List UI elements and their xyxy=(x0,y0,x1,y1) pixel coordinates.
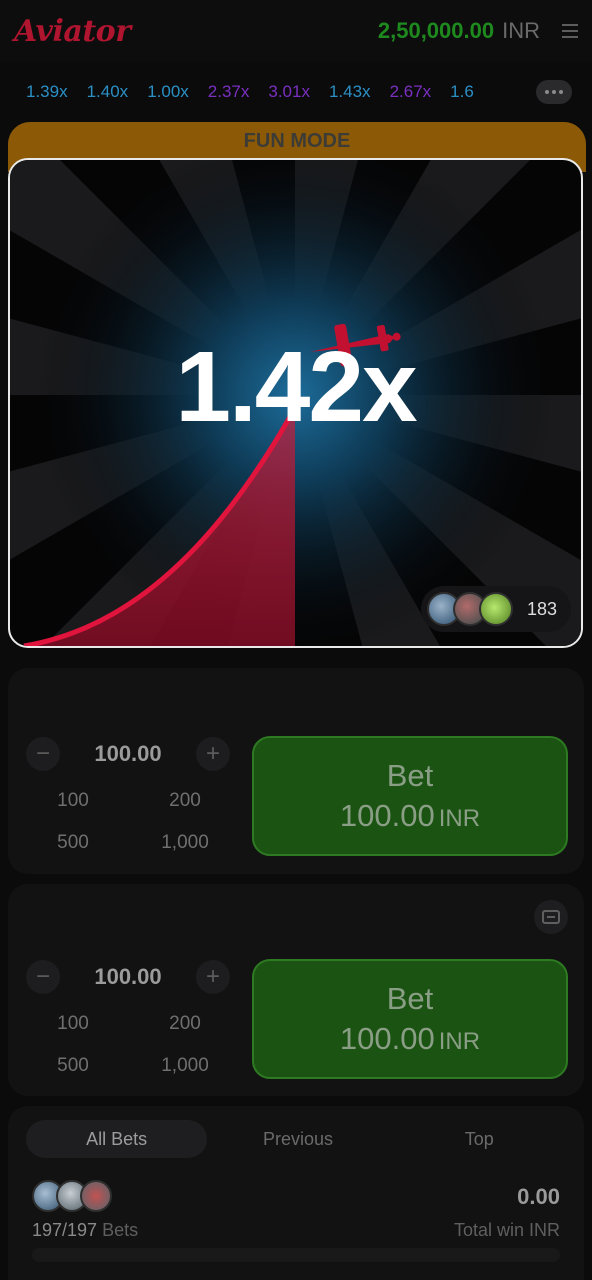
multiplier-history: 1.39x 1.40x 1.00x 2.37x 3.01x 1.43x 2.67… xyxy=(0,72,592,112)
remove-panel-icon[interactable] xyxy=(534,900,568,934)
tab-previous[interactable]: Previous xyxy=(207,1120,388,1158)
aviator-logo: Aviator xyxy=(14,13,131,49)
aviator-app: Aviator 2,50,000.00 INR 1.39x 1.40x 1.00… xyxy=(0,0,592,1280)
more-dots-icon[interactable] xyxy=(536,80,572,104)
increase-stake-button[interactable]: + xyxy=(195,960,230,994)
quick-amount-button[interactable]: 200 xyxy=(130,790,240,812)
current-multiplier: 1.42x xyxy=(175,331,417,443)
balance-currency: INR xyxy=(502,18,540,43)
bet-button-amount: 100.00 INR xyxy=(339,1021,481,1056)
history-multiplier: 2.67x xyxy=(389,82,432,101)
player-avatars xyxy=(426,592,513,626)
bet-panel-2: − 100.00 + 100 200 500 1,000 Bet 100.00 I… xyxy=(8,884,584,1096)
bettor-avatars xyxy=(32,1180,112,1212)
decrease-stake-button[interactable]: − xyxy=(26,960,60,994)
bet-button-label: Bet xyxy=(386,758,434,793)
decrease-stake-button[interactable]: − xyxy=(26,737,60,771)
header: Aviator 2,50,000.00 INR xyxy=(0,0,592,62)
history-multiplier: 1.00x xyxy=(147,82,189,101)
stake-input[interactable]: 100.00 xyxy=(94,964,161,990)
game-canvas: 1.42x 183 xyxy=(8,158,583,648)
hamburger-menu-icon[interactable] xyxy=(562,24,578,38)
quick-amount-button[interactable]: 1,000 xyxy=(130,832,240,854)
avatar xyxy=(80,1180,112,1212)
bet-button-label: Bet xyxy=(386,981,434,1016)
quick-amount-button[interactable]: 100 xyxy=(18,1013,128,1035)
history-multiplier: 3.01x xyxy=(268,82,310,101)
balance: 2,50,000.00 INR xyxy=(378,18,540,44)
bet-panel-1: − 100.00 + 100 200 500 1,000 Bet 100.00 I… xyxy=(8,668,584,874)
bet-button-amount: 100.00 INR xyxy=(339,798,481,833)
bets-panel: All Bets Previous Top 197/197 Bets 0.00 … xyxy=(8,1106,584,1280)
quick-amount-button[interactable]: 100 xyxy=(18,790,128,812)
total-win-label: Total win INR xyxy=(453,1220,560,1240)
stake-stepper: − 100.00 + xyxy=(26,955,230,999)
bet-button[interactable]: Bet 100.00 INR xyxy=(252,959,568,1079)
quick-amount-button[interactable]: 500 xyxy=(18,1055,128,1077)
stake-stepper: − 100.00 + xyxy=(26,732,230,776)
bets-count: 197/197 Bets xyxy=(32,1220,139,1240)
bet-button[interactable]: Bet 100.00 INR xyxy=(252,736,568,856)
history-multiplier: 1.6 xyxy=(450,82,474,101)
bets-tabs: All Bets Previous Top xyxy=(26,1120,570,1158)
tab-top[interactable]: Top xyxy=(389,1120,570,1158)
players-count: 183 xyxy=(526,598,557,619)
history-multiplier: 1.40x xyxy=(86,82,129,101)
bets-list-row xyxy=(32,1248,560,1262)
tab-all-bets[interactable]: All Bets xyxy=(26,1120,208,1158)
avatar xyxy=(478,592,513,626)
balance-amount: 2,50,000.00 xyxy=(377,18,495,43)
history-multiplier: 1.39x xyxy=(26,82,68,101)
quick-amount-button[interactable]: 1,000 xyxy=(130,1055,240,1077)
players-online: 183 xyxy=(420,586,571,632)
history-multiplier: 2.37x xyxy=(207,82,250,101)
total-win-amount: 0.00 xyxy=(517,1184,560,1209)
history-multiplier: 1.43x xyxy=(328,82,371,101)
quick-amount-button[interactable]: 200 xyxy=(130,1013,240,1035)
quick-amount-button[interactable]: 500 xyxy=(18,832,128,854)
increase-stake-button[interactable]: + xyxy=(195,737,230,771)
stake-input[interactable]: 100.00 xyxy=(94,741,161,767)
